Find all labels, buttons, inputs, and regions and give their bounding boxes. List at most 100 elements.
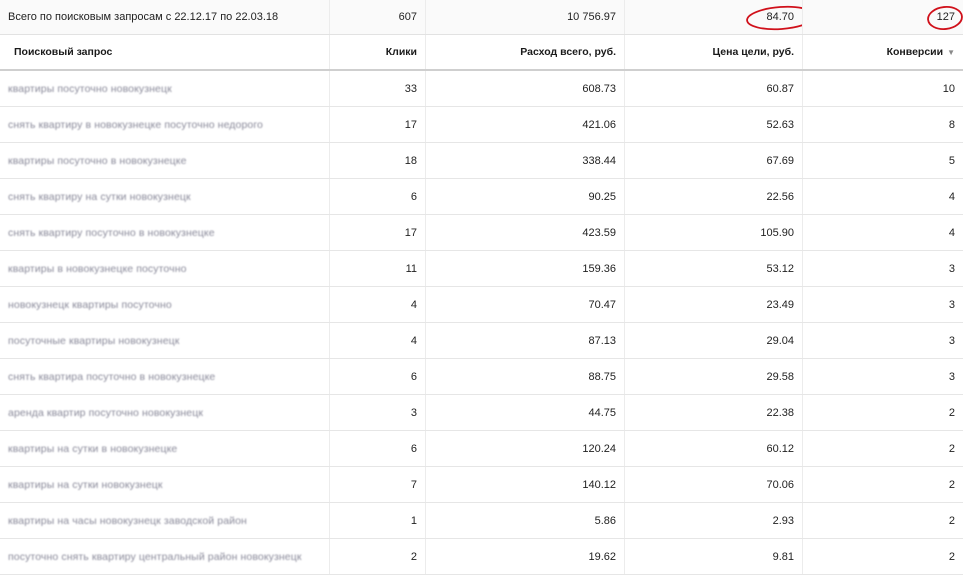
query-cell: снять квартира посуточно в новокузнецке xyxy=(0,359,330,394)
spend-cell: 120.24 xyxy=(426,431,625,466)
goal-price-cell: 9.81 xyxy=(625,539,803,574)
goal-price-cell: 2.93 xyxy=(625,503,803,538)
table-row: новокузнецк квартиры посуточно 4 70.47 23.4… xyxy=(0,287,963,323)
conversions-cell: 4 xyxy=(948,190,955,203)
table-row: снять квартиру на сутки новокузнецк 6 90.2… xyxy=(0,179,963,215)
spend-cell: 140.12 xyxy=(426,467,625,502)
spend-cell: 44.75 xyxy=(426,395,625,430)
conversions-cell: 5 xyxy=(948,154,955,167)
totals-conversions: 127 xyxy=(926,6,963,30)
table-row: снять квартиру в новокузнецке посуточно … xyxy=(0,107,963,143)
column-header-query[interactable]: Поисковый запрос xyxy=(0,35,330,69)
spend-cell: 608.73 xyxy=(426,71,625,106)
table-body: квартиры посуточно новокузнецк 33 608.73 60… xyxy=(0,71,963,575)
query-cell: квартиры посуточно новокузнецк xyxy=(0,71,330,106)
clicks-cell: 1 xyxy=(330,503,426,538)
table-row: квартиры посуточно новокузнецк 33 608.73 60… xyxy=(0,71,963,107)
search-query-text: снять квартиру на сутки новокузнецк xyxy=(8,190,191,203)
column-header-conversions-label: Конверсии xyxy=(886,46,944,58)
spend-cell: 87.13 xyxy=(426,323,625,358)
spend-cell: 423.59 xyxy=(426,215,625,250)
totals-label: Всего по поисковым запросам с 22.12.17 п… xyxy=(0,0,330,34)
conversions-cell: 10 xyxy=(942,82,955,95)
search-query-text: посуточные квартиры новокузнецк xyxy=(8,334,180,347)
conversions-cell: 3 xyxy=(948,298,955,311)
spend-cell: 421.06 xyxy=(426,107,625,142)
table-row: аренда квартир посуточно новокузнецк 3 44.… xyxy=(0,395,963,431)
totals-row: Всего по поисковым запросам с 22.12.17 п… xyxy=(0,0,963,35)
goal-price-cell: 105.90 xyxy=(625,215,803,250)
query-cell: новокузнецк квартиры посуточно xyxy=(0,287,330,322)
table-row: квартиры на сутки в новокузнецке 6 120.24 6… xyxy=(0,431,963,467)
table-row: квартиры на сутки новокузнецк 7 140.12 70.0… xyxy=(0,467,963,503)
search-query-text: снять квартира посуточно в новокузнецке xyxy=(8,370,216,383)
table-row: снять квартиру посуточно в новокузнецке 1… xyxy=(0,215,963,251)
goal-price-cell: 53.12 xyxy=(625,251,803,286)
totals-clicks: 607 xyxy=(330,0,426,34)
query-cell: снять квартиру в новокузнецке посуточно … xyxy=(0,107,330,142)
search-query-text: снять квартиру в новокузнецке посуточно … xyxy=(8,118,263,131)
goal-price-cell: 29.04 xyxy=(625,323,803,358)
query-cell: квартиры на сутки в новокузнецке xyxy=(0,431,330,466)
conversions-cell: 2 xyxy=(948,478,955,491)
conversions-cell: 2 xyxy=(948,406,955,419)
clicks-cell: 2 xyxy=(330,539,426,574)
search-query-text: посуточно снять квартиру центральный рай… xyxy=(8,550,302,563)
clicks-cell: 7 xyxy=(330,467,426,502)
column-header-conversions[interactable]: Конверсии ▼ xyxy=(803,35,963,69)
conversions-cell: 2 xyxy=(948,442,955,455)
search-query-text: квартиры посуточно новокузнецк xyxy=(8,82,172,95)
search-query-text: новокузнецк квартиры посуточно xyxy=(8,298,172,311)
goal-price-cell: 60.87 xyxy=(625,71,803,106)
spend-cell: 159.36 xyxy=(426,251,625,286)
table-row: квартиры в новокузнецке посуточно 11 159.3… xyxy=(0,251,963,287)
query-cell: посуточные квартиры новокузнецк xyxy=(0,323,330,358)
spend-cell: 19.62 xyxy=(426,539,625,574)
sort-descending-icon[interactable]: ▼ xyxy=(947,48,955,57)
column-header-goal-price[interactable]: Цена цели, руб. xyxy=(625,35,803,69)
clicks-cell: 17 xyxy=(330,107,426,142)
query-cell: квартиры в новокузнецке посуточно xyxy=(0,251,330,286)
clicks-cell: 6 xyxy=(330,179,426,214)
conversions-cell: 4 xyxy=(948,226,955,239)
query-cell: снять квартиру посуточно в новокузнецке xyxy=(0,215,330,250)
goal-price-cell: 29.58 xyxy=(625,359,803,394)
totals-goal-price: 84.70 xyxy=(746,5,802,31)
clicks-cell: 18 xyxy=(330,143,426,178)
spend-cell: 70.47 xyxy=(426,287,625,322)
totals-goal-price-cell: 84.70 xyxy=(625,0,803,34)
table-header: Поисковый запрос Клики Расход всего, руб… xyxy=(0,35,963,71)
clicks-cell: 17 xyxy=(330,215,426,250)
table-row: квартиры на часы новокузнецк заводской р… xyxy=(0,503,963,539)
conversions-cell: 3 xyxy=(948,370,955,383)
goal-price-cell: 70.06 xyxy=(625,467,803,502)
table-row: посуточные квартиры новокузнецк 4 87.13 29.… xyxy=(0,323,963,359)
clicks-cell: 4 xyxy=(330,287,426,322)
clicks-cell: 4 xyxy=(330,323,426,358)
search-query-text: квартиры на часы новокузнецк заводской р… xyxy=(8,514,247,527)
clicks-cell: 6 xyxy=(330,359,426,394)
conversions-cell: 3 xyxy=(948,262,955,275)
query-cell: квартиры посуточно в новокузнецке xyxy=(0,143,330,178)
totals-spend: 10 756.97 xyxy=(426,0,625,34)
clicks-cell: 11 xyxy=(330,251,426,286)
conversions-cell: 3 xyxy=(948,334,955,347)
query-cell: аренда квартир посуточно новокузнецк xyxy=(0,395,330,430)
search-query-text: аренда квартир посуточно новокузнецк xyxy=(8,406,204,419)
search-query-text: квартиры посуточно в новокузнецке xyxy=(8,154,187,167)
column-header-spend[interactable]: Расход всего, руб. xyxy=(426,35,625,69)
conversions-cell: 2 xyxy=(948,550,955,563)
search-query-text: снять квартиру посуточно в новокузнецке xyxy=(8,226,215,239)
spend-cell: 88.75 xyxy=(426,359,625,394)
table-row: квартиры посуточно в новокузнецке 18 338.4… xyxy=(0,143,963,179)
goal-price-cell: 22.56 xyxy=(625,179,803,214)
search-queries-table: Всего по поисковым запросам с 22.12.17 п… xyxy=(0,0,963,575)
search-query-text: квартиры на сутки новокузнецк xyxy=(8,478,163,491)
search-query-text: квартиры в новокузнецке посуточно xyxy=(8,262,187,275)
totals-conversions-cell: 127 xyxy=(803,0,963,34)
query-cell: снять квартиру на сутки новокузнецк xyxy=(0,179,330,214)
goal-price-cell: 60.12 xyxy=(625,431,803,466)
column-header-clicks[interactable]: Клики xyxy=(330,35,426,69)
goal-price-cell: 52.63 xyxy=(625,107,803,142)
goal-price-cell: 22.38 xyxy=(625,395,803,430)
